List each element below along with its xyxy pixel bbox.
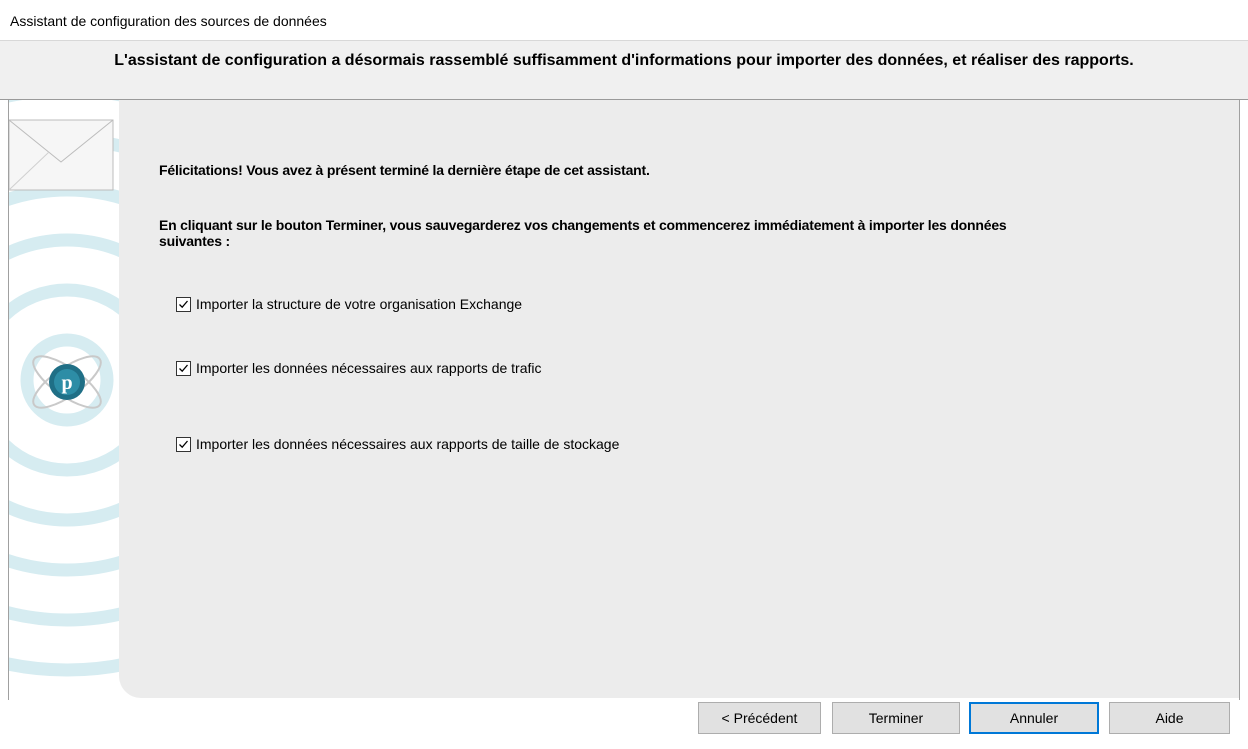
checkbox-import-structure[interactable] xyxy=(176,296,191,312)
instructions-text: En cliquant sur le bouton Terminer, vous… xyxy=(159,217,1007,249)
content-panel: Félicitations! Vous avez à présent termi… xyxy=(119,100,1239,698)
option-import-structure[interactable]: Importer la structure de votre organisat… xyxy=(176,296,522,312)
congratulations-text: Félicitations! Vous avez à présent termi… xyxy=(159,162,650,178)
option-label: Importer les données nécessaires aux rap… xyxy=(196,360,542,376)
previous-button[interactable]: < Précédent xyxy=(698,702,821,734)
check-icon xyxy=(179,440,188,448)
header-text: L'assistant de configuration a désormais… xyxy=(114,52,1134,69)
window-title: Assistant de configuration des sources d… xyxy=(10,13,327,29)
check-icon xyxy=(179,364,188,372)
option-label: Importer la structure de votre organisat… xyxy=(196,296,523,312)
help-button[interactable]: Aide xyxy=(1109,702,1230,734)
envelope-icon xyxy=(9,119,114,191)
checkbox-import-traffic[interactable] xyxy=(176,360,191,376)
cancel-button[interactable]: Annuler xyxy=(969,702,1099,734)
finish-button[interactable]: Terminer xyxy=(832,702,960,734)
content-area: p Félicitations! Vous avez à présent ter… xyxy=(8,100,1240,700)
wizard-window: Assistant de configuration des sources d… xyxy=(0,0,1248,749)
option-import-storage[interactable]: Importer les données nécessaires aux rap… xyxy=(176,436,619,452)
option-label: Importer les données nécessaires aux rap… xyxy=(196,436,620,452)
svg-text:p: p xyxy=(61,372,72,394)
header-band: L'assistant de configuration a désormais… xyxy=(0,40,1248,100)
button-bar: < Précédent Terminer Annuler Aide xyxy=(0,700,1248,749)
title-bar: Assistant de configuration des sources d… xyxy=(0,0,1248,40)
option-import-traffic[interactable]: Importer les données nécessaires aux rap… xyxy=(176,360,542,376)
checkbox-import-storage[interactable] xyxy=(176,436,191,452)
check-icon xyxy=(179,300,188,308)
